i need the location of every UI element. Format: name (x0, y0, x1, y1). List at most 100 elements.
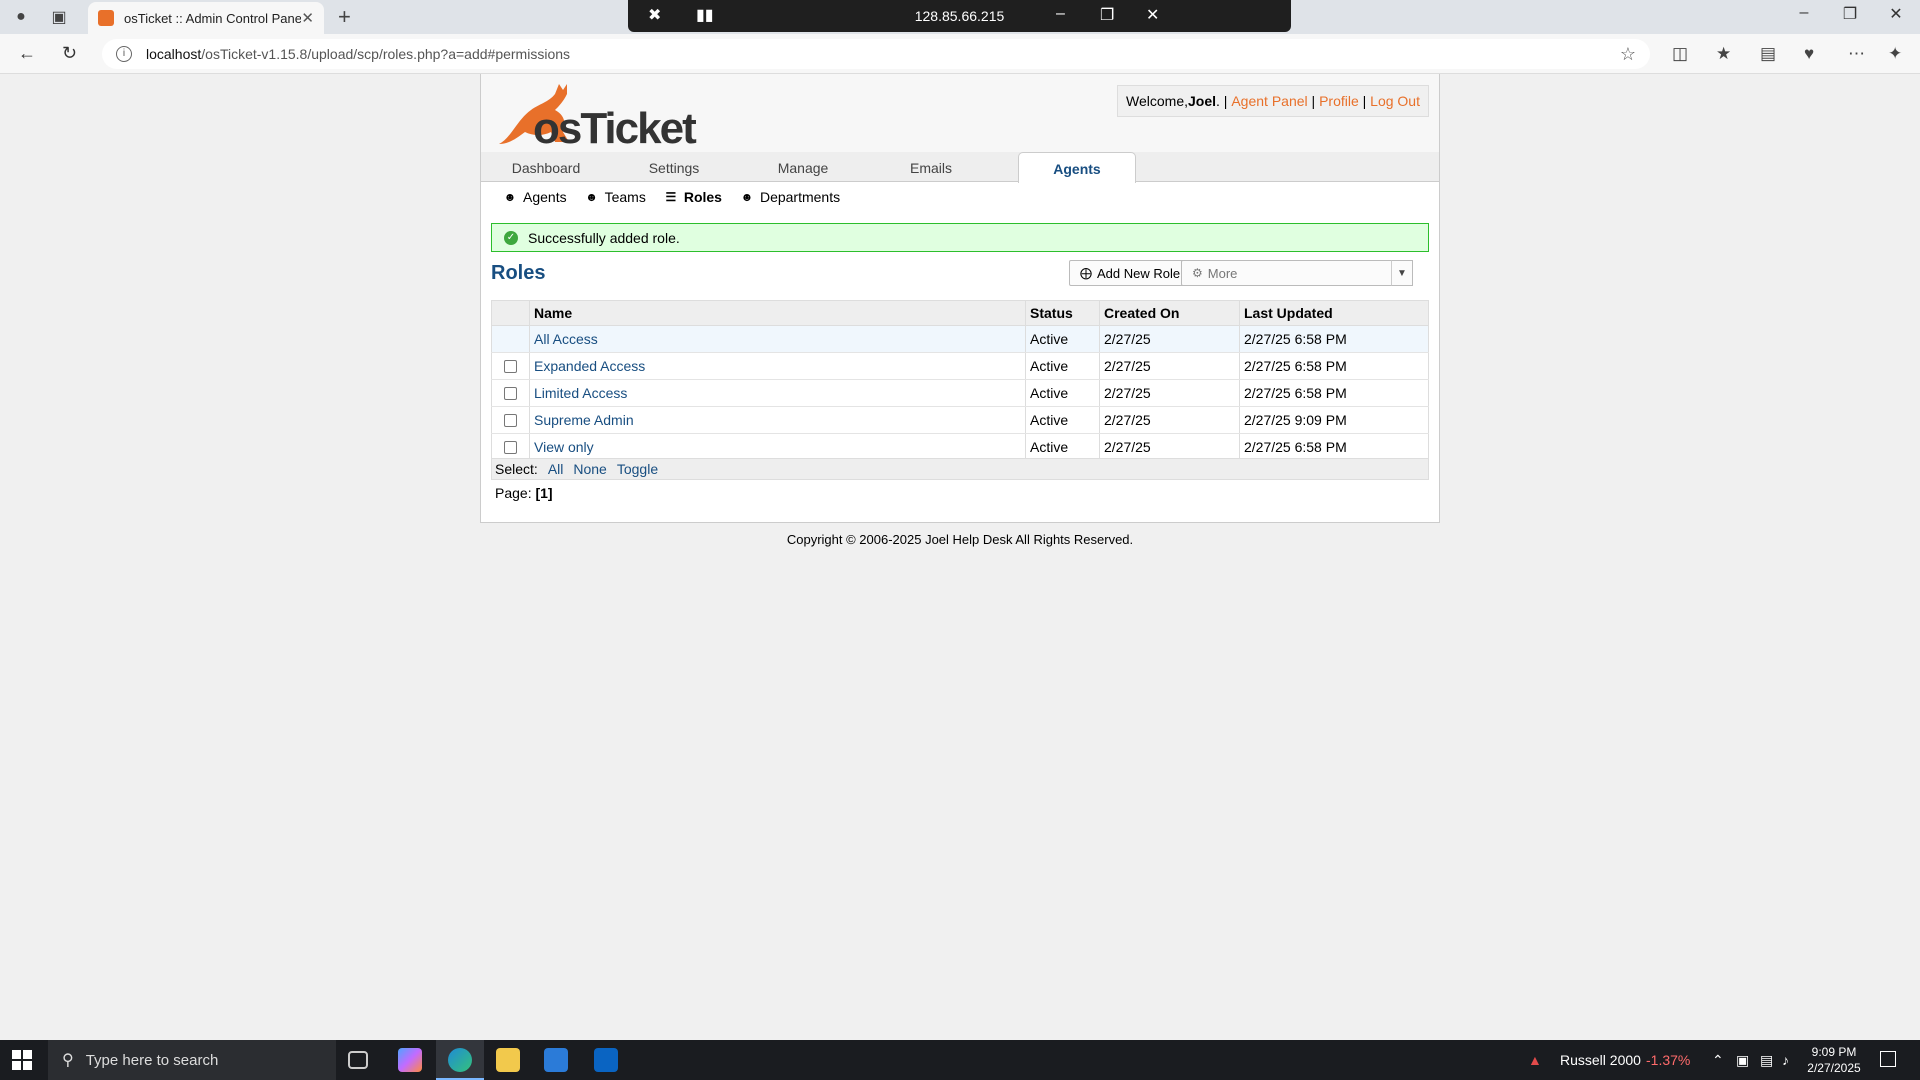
close-tab-icon[interactable]: ✕ (301, 9, 314, 27)
site-info-icon[interactable]: i (116, 46, 132, 62)
outlook-icon[interactable] (594, 1048, 618, 1072)
select-toggle-link[interactable]: Toggle (617, 461, 658, 477)
tab-settings[interactable]: Settings (610, 152, 738, 182)
column-header-created[interactable]: Created On (1099, 300, 1240, 326)
pagination: Page: [1] (495, 485, 553, 501)
tab-manage[interactable]: Manage (739, 152, 867, 182)
new-tab-icon[interactable]: + (338, 4, 351, 30)
role-link[interactable]: Expanded Access (534, 358, 645, 374)
logout-link[interactable]: Log Out (1370, 93, 1420, 109)
table-header-row: Name Status Created On Last Updated (491, 300, 1429, 326)
column-header-updated[interactable]: Last Updated (1239, 300, 1429, 326)
show-hidden-icons-icon[interactable]: ⌃ (1712, 1052, 1724, 1069)
task-view-icon[interactable] (348, 1051, 368, 1069)
stock-chart-icon: ▲ (1528, 1052, 1542, 1068)
taskbar-search[interactable]: ⚲ Type here to search (48, 1040, 336, 1080)
row-select-cell (491, 406, 530, 434)
current-page: [1] (535, 485, 553, 501)
collections-icon[interactable]: ▤ (1760, 44, 1776, 64)
row-checkbox[interactable] (504, 386, 517, 400)
select-all-link[interactable]: All (548, 461, 564, 477)
meet-now-icon[interactable]: ▣ (1736, 1052, 1749, 1069)
add-new-role-label: Add New Role (1097, 265, 1181, 281)
row-checkbox[interactable] (504, 359, 517, 373)
url-input[interactable]: i localhost /osTicket-v1.15.8/upload/scp… (102, 39, 1650, 69)
browser-essentials-icon[interactable]: ♥ (1804, 44, 1814, 64)
row-select-cell (491, 325, 530, 353)
close-window-icon[interactable]: ✕ (1876, 4, 1916, 24)
edge-icon[interactable] (448, 1048, 472, 1072)
agent-icon: ☻ (503, 190, 517, 204)
role-name-cell: Expanded Access (529, 352, 1026, 380)
rdp-close-icon[interactable]: ✕ (1146, 5, 1159, 25)
page-container: osTicket Welcome, Joel . | Agent Panel |… (480, 74, 1440, 523)
role-updated: 2/27/25 6:58 PM (1239, 379, 1429, 407)
back-icon[interactable]: ← (18, 43, 36, 64)
user-welcome: Welcome, Joel . | Agent Panel | Profile … (1117, 85, 1429, 117)
more-button[interactable]: ⚙ More (1181, 260, 1393, 286)
network-icon[interactable]: ▤ (1760, 1052, 1773, 1069)
rdp-minimize-icon[interactable]: – (1056, 5, 1065, 23)
welcome-suffix: . | (1216, 93, 1232, 109)
tab-agents[interactable]: Agents (1018, 152, 1136, 183)
row-checkbox[interactable] (504, 440, 517, 454)
subnav-teams[interactable]: ☻ Teams (585, 189, 646, 205)
tab-emails[interactable]: Emails (867, 152, 995, 182)
tab-actions-icon[interactable]: ▣ (48, 6, 70, 28)
role-updated: 2/27/25 6:58 PM (1239, 433, 1429, 461)
minimize-icon[interactable]: – (1784, 4, 1824, 22)
windows-taskbar: ⚲ Type here to search ▲ Russell 2000 -1.… (0, 1040, 1920, 1080)
role-created: 2/27/25 (1099, 433, 1240, 461)
role-link[interactable]: Supreme Admin (534, 412, 634, 428)
restore-icon[interactable]: ❐ (1830, 4, 1870, 24)
add-new-role-button[interactable]: ⨁ Add New Role (1069, 260, 1192, 286)
favorites-icon[interactable]: ★ (1716, 44, 1731, 64)
table-row: Expanded Access Active 2/27/25 2/27/25 6… (491, 352, 1429, 380)
windows-start-icon[interactable] (12, 1050, 32, 1070)
role-status: Active (1025, 406, 1100, 434)
browser-tab[interactable]: osTicket :: Admin Control Panel ✕ (88, 2, 324, 34)
column-header-name[interactable]: Name (529, 300, 1026, 326)
file-explorer-icon[interactable] (496, 1048, 520, 1072)
role-link[interactable]: All Access (534, 331, 598, 347)
subnav-departments-label: Departments (759, 189, 841, 205)
row-checkbox[interactable] (504, 413, 517, 427)
gear-icon: ⚙ (1192, 266, 1203, 280)
microsoft-store-icon[interactable] (544, 1048, 568, 1072)
more-dropdown-toggle[interactable]: ▼ (1391, 260, 1413, 286)
role-link[interactable]: Limited Access (534, 385, 627, 401)
tab-dashboard[interactable]: Dashboard (482, 152, 610, 182)
profile-link[interactable]: Profile (1319, 93, 1359, 109)
favorite-star-icon[interactable]: ☆ (1620, 44, 1636, 65)
column-header-status[interactable]: Status (1025, 300, 1100, 326)
subnav-agents[interactable]: ☻ Agents (503, 189, 567, 205)
ticker-name[interactable]: Russell 2000 (1560, 1052, 1641, 1068)
volume-icon[interactable]: ♪ (1782, 1052, 1789, 1068)
split-screen-icon[interactable]: ◫ (1672, 44, 1688, 64)
subnav-departments[interactable]: ☻ Departments (740, 189, 840, 205)
select-bar: Select: All None Toggle (491, 458, 1429, 480)
refresh-icon[interactable]: ↻ (62, 43, 77, 64)
agent-panel-link[interactable]: Agent Panel (1231, 93, 1307, 109)
profile-icon[interactable]: ● (10, 6, 32, 28)
system-clock[interactable]: 9:09 PM 2/27/2025 (1792, 1044, 1876, 1076)
notifications-icon[interactable] (1880, 1051, 1896, 1067)
subnav-roles[interactable]: ☰ Roles (664, 189, 722, 205)
ticker-change: -1.37% (1646, 1052, 1691, 1068)
osticket-logo[interactable]: osTicket (493, 80, 697, 153)
copilot-icon[interactable]: ✦ (1888, 44, 1902, 64)
roles-table: Name Status Created On Last Updated All … (491, 300, 1429, 461)
select-none-link[interactable]: None (573, 461, 606, 477)
address-bar-row: ← ↻ i localhost /osTicket-v1.15.8/upload… (0, 34, 1920, 74)
rdp-restore-icon[interactable]: ❐ (1100, 5, 1114, 25)
role-updated: 2/27/25 9:09 PM (1239, 406, 1429, 434)
role-link[interactable]: View only (534, 439, 594, 455)
copilot-app-icon[interactable] (398, 1048, 422, 1072)
plus-circle-icon: ⨁ (1080, 266, 1092, 280)
role-updated: 2/27/25 6:58 PM (1239, 352, 1429, 380)
more-options-icon[interactable]: ⋯ (1848, 44, 1865, 64)
role-created: 2/27/25 (1099, 379, 1240, 407)
page-label: Page: (495, 485, 532, 501)
search-icon: ⚲ (62, 1052, 74, 1069)
role-updated: 2/27/25 6:58 PM (1239, 325, 1429, 353)
